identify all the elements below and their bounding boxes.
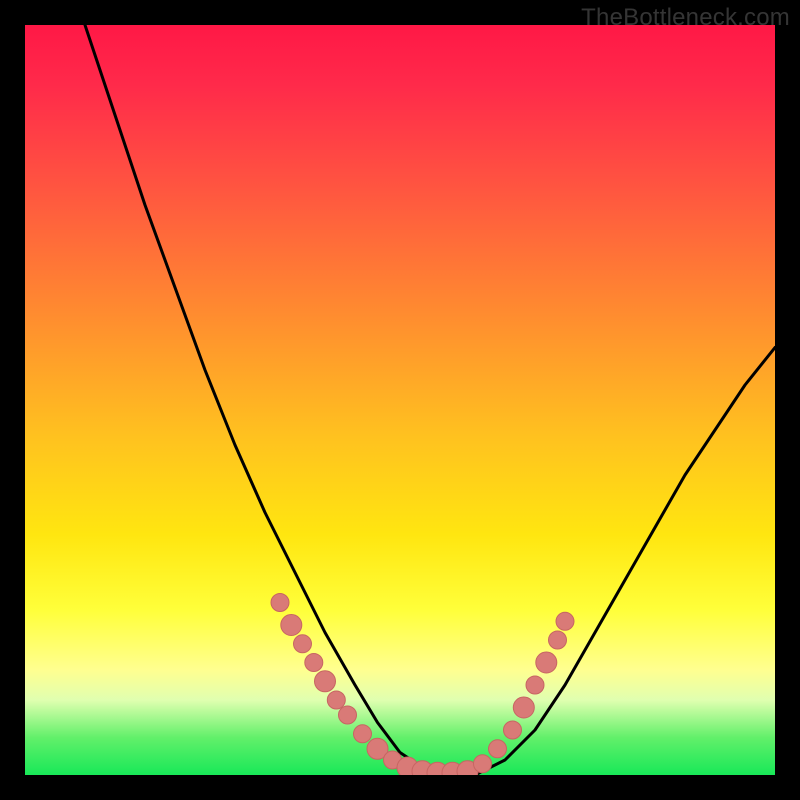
data-marker <box>354 725 372 743</box>
data-marker <box>549 631 567 649</box>
data-marker <box>294 635 312 653</box>
data-marker <box>526 676 544 694</box>
data-marker <box>513 697 534 718</box>
data-marker <box>315 671 336 692</box>
data-marker <box>339 706 357 724</box>
data-marker <box>474 755 492 773</box>
bottleneck-curve-svg <box>25 25 775 775</box>
data-marker <box>281 615 302 636</box>
data-marker <box>327 691 345 709</box>
data-marker <box>536 652 557 673</box>
bottleneck-curve <box>85 25 775 775</box>
data-marker <box>271 594 289 612</box>
data-marker <box>504 721 522 739</box>
data-marker <box>489 740 507 758</box>
data-marker <box>305 654 323 672</box>
data-marker <box>556 612 574 630</box>
